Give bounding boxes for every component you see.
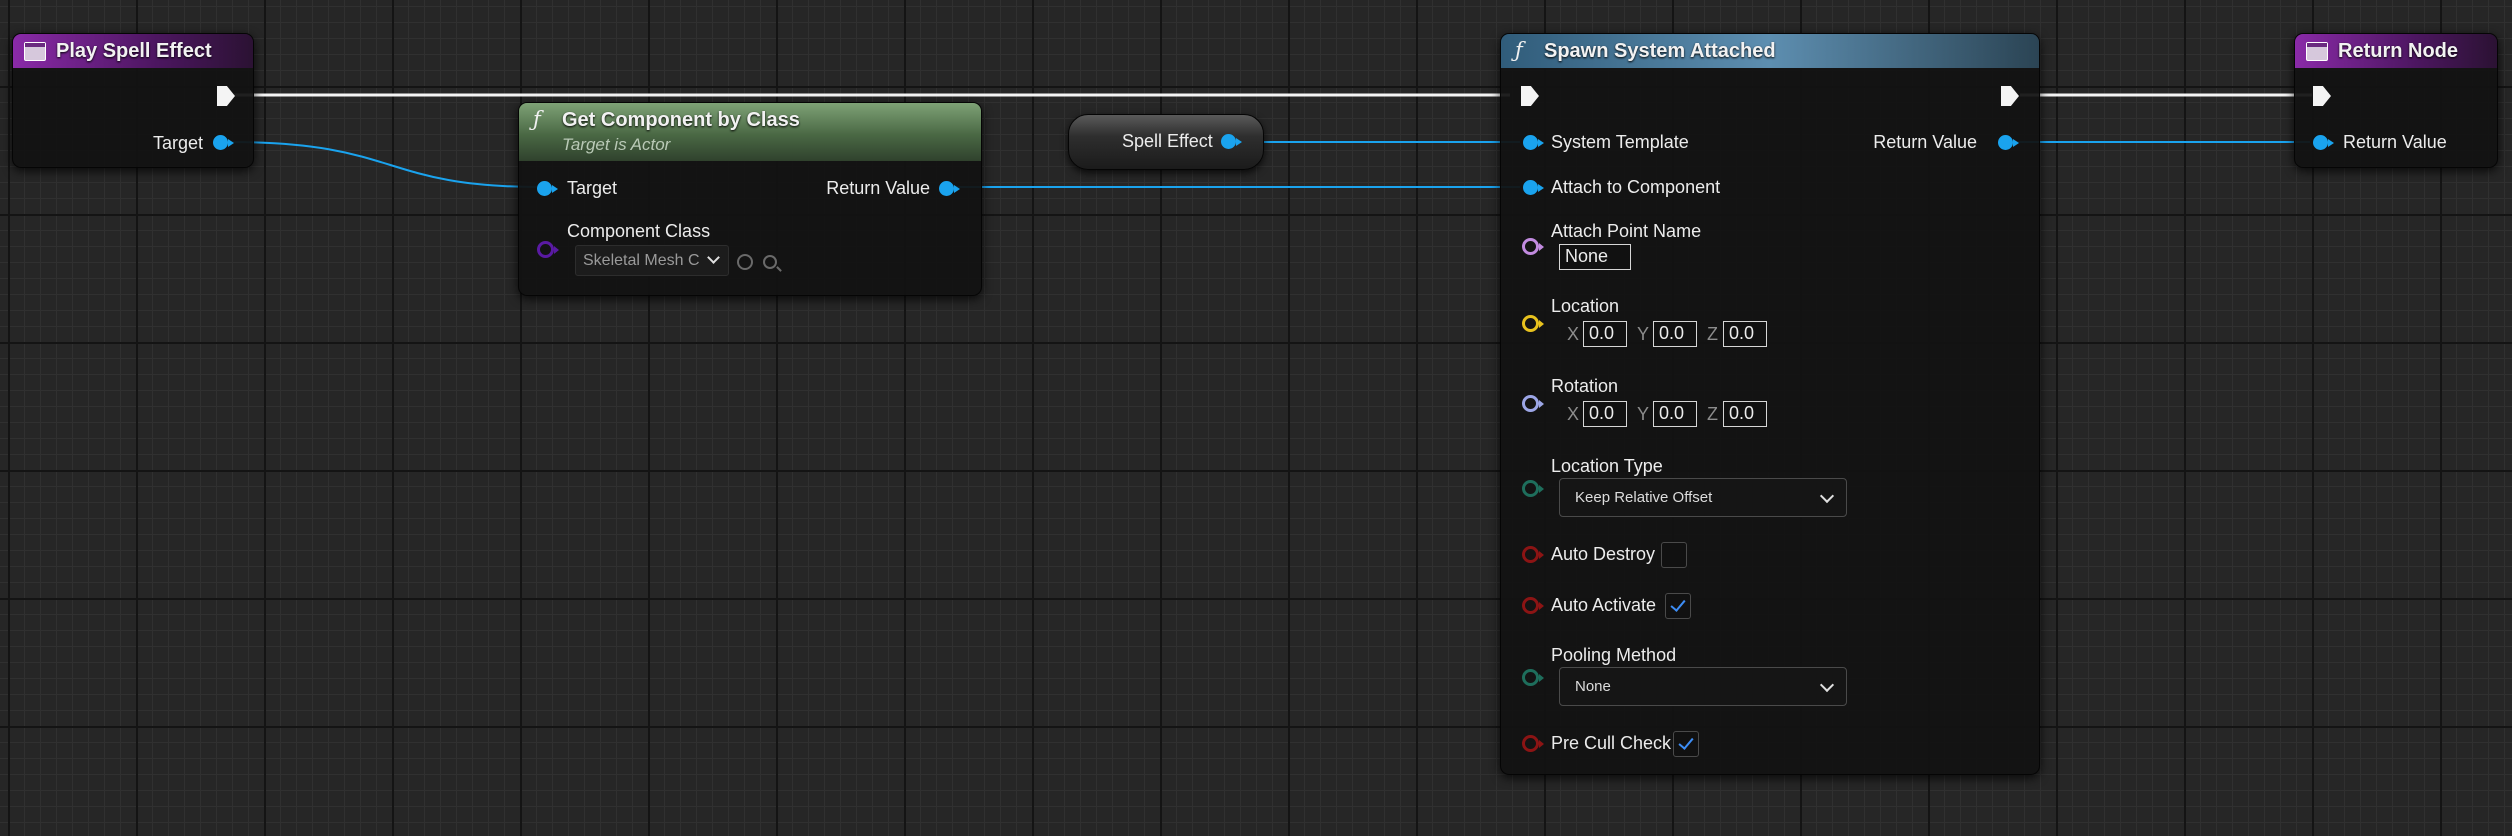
location-z-input[interactable]: 0.0 xyxy=(1723,321,1767,347)
target-pin-label: Target xyxy=(152,133,203,153)
location-type-pin[interactable] xyxy=(1522,480,1544,497)
function-icon: ƒ xyxy=(1515,38,1523,62)
browse-search-icon[interactable] xyxy=(763,255,777,269)
component-class-dropdown[interactable]: Skeletal Mesh C xyxy=(575,245,729,276)
pooling-method-value: None xyxy=(1575,678,1611,695)
exec-out-pin[interactable] xyxy=(2001,86,2019,106)
get-component-by-class-node[interactable]: ƒ Get Component by Class Target is Actor… xyxy=(518,102,982,296)
return-node[interactable]: Return Node Return Value xyxy=(2294,33,2498,168)
spawn-system-attached-node[interactable]: ƒ Spawn System Attached System Template … xyxy=(1500,33,2040,775)
location-y-axis-label: Y xyxy=(1637,324,1650,344)
rotation-label: Rotation xyxy=(1551,376,1619,396)
return-value-pin[interactable] xyxy=(2313,135,2334,150)
function-icon: ƒ xyxy=(533,107,541,131)
attach-point-name-label: Attach Point Name xyxy=(1551,221,1702,241)
return-value-pin[interactable] xyxy=(1998,135,2019,150)
return-value-label: Return Value xyxy=(1873,132,1977,152)
auto-destroy-label: Auto Destroy xyxy=(1551,544,1656,564)
location-x-input[interactable]: 0.0 xyxy=(1583,321,1627,347)
location-pin[interactable] xyxy=(1522,315,1544,332)
event-icon xyxy=(24,42,46,61)
rotation-x-axis-label: X xyxy=(1567,404,1580,424)
node-title: Spawn System Attached xyxy=(1544,40,1776,62)
variable-output-pin[interactable] xyxy=(1221,134,1242,149)
variable-label: Spell Effect xyxy=(1122,131,1213,151)
spell-effect-variable-node[interactable]: Spell Effect xyxy=(1068,114,1264,170)
location-y-input[interactable]: 0.0 xyxy=(1653,321,1697,347)
chevron-down-icon xyxy=(707,251,720,264)
component-class-pin[interactable] xyxy=(537,241,559,258)
pre-cull-check-pin[interactable] xyxy=(1522,735,1544,752)
location-type-label: Location Type xyxy=(1551,456,1663,476)
return-value-pin[interactable] xyxy=(939,181,960,196)
use-selected-icon[interactable] xyxy=(737,254,753,270)
auto-activate-label: Auto Activate xyxy=(1551,595,1657,615)
node-header: Play Spell Effect xyxy=(13,34,253,68)
target-input-pin[interactable] xyxy=(537,181,558,196)
component-class-value: Skeletal Mesh C xyxy=(583,252,700,269)
play-spell-effect-node[interactable]: Play Spell Effect Target xyxy=(12,33,254,168)
location-type-dropdown[interactable]: Keep Relative Offset xyxy=(1559,478,1847,517)
rotation-y-axis-label: Y xyxy=(1637,404,1650,424)
return-value-label: Return Value xyxy=(826,178,930,198)
location-z-axis-label: Z xyxy=(1707,324,1718,344)
target-pin-label: Target xyxy=(567,178,618,198)
node-header: ƒ Get Component by Class Target is Actor xyxy=(519,103,981,161)
location-label: Location xyxy=(1551,296,1620,316)
rotation-pin[interactable] xyxy=(1522,395,1544,412)
auto-activate-pin[interactable] xyxy=(1522,597,1544,614)
rotation-x-input[interactable]: 0.0 xyxy=(1583,401,1627,427)
return-value-label: Return Value xyxy=(2343,132,2447,152)
exec-in-pin[interactable] xyxy=(1521,86,1539,106)
node-header: ƒ Spawn System Attached xyxy=(1501,34,2039,68)
auto-destroy-checkbox[interactable] xyxy=(1661,542,1687,568)
chevron-down-icon xyxy=(1819,677,1835,693)
return-icon xyxy=(2306,42,2328,61)
node-title: Get Component by Class xyxy=(562,109,800,131)
node-subtitle: Target is Actor xyxy=(562,135,671,154)
exec-out-pin[interactable] xyxy=(217,86,235,106)
system-template-pin[interactable] xyxy=(1523,135,1544,150)
auto-destroy-pin[interactable] xyxy=(1522,546,1544,563)
pooling-method-label: Pooling Method xyxy=(1551,645,1677,665)
location-x-axis-label: X xyxy=(1567,324,1580,344)
pre-cull-check-checkbox[interactable] xyxy=(1673,731,1699,757)
attach-point-name-pin[interactable] xyxy=(1522,238,1544,255)
rotation-z-axis-label: Z xyxy=(1707,404,1718,424)
chevron-down-icon xyxy=(1819,488,1835,504)
exec-in-pin[interactable] xyxy=(2313,86,2331,106)
system-template-label: System Template xyxy=(1551,132,1689,152)
location-type-value: Keep Relative Offset xyxy=(1575,489,1713,506)
attach-point-name-input[interactable]: None xyxy=(1559,244,1631,270)
auto-activate-checkbox[interactable] xyxy=(1665,593,1691,619)
rotation-y-input[interactable]: 0.0 xyxy=(1653,401,1697,427)
pooling-method-pin[interactable] xyxy=(1522,669,1544,686)
component-class-label: Component Class xyxy=(567,221,711,241)
attach-to-component-pin[interactable] xyxy=(1523,180,1544,195)
target-pin[interactable] xyxy=(213,135,234,150)
attach-to-component-label: Attach to Component xyxy=(1551,177,1721,197)
pre-cull-check-label: Pre Cull Check xyxy=(1551,733,1672,753)
node-header: Return Node xyxy=(2295,34,2497,68)
rotation-z-input[interactable]: 0.0 xyxy=(1723,401,1767,427)
target-wire xyxy=(229,141,541,188)
node-title: Play Spell Effect xyxy=(56,40,212,62)
pooling-method-dropdown[interactable]: None xyxy=(1559,667,1847,706)
node-title: Return Node xyxy=(2338,40,2458,62)
